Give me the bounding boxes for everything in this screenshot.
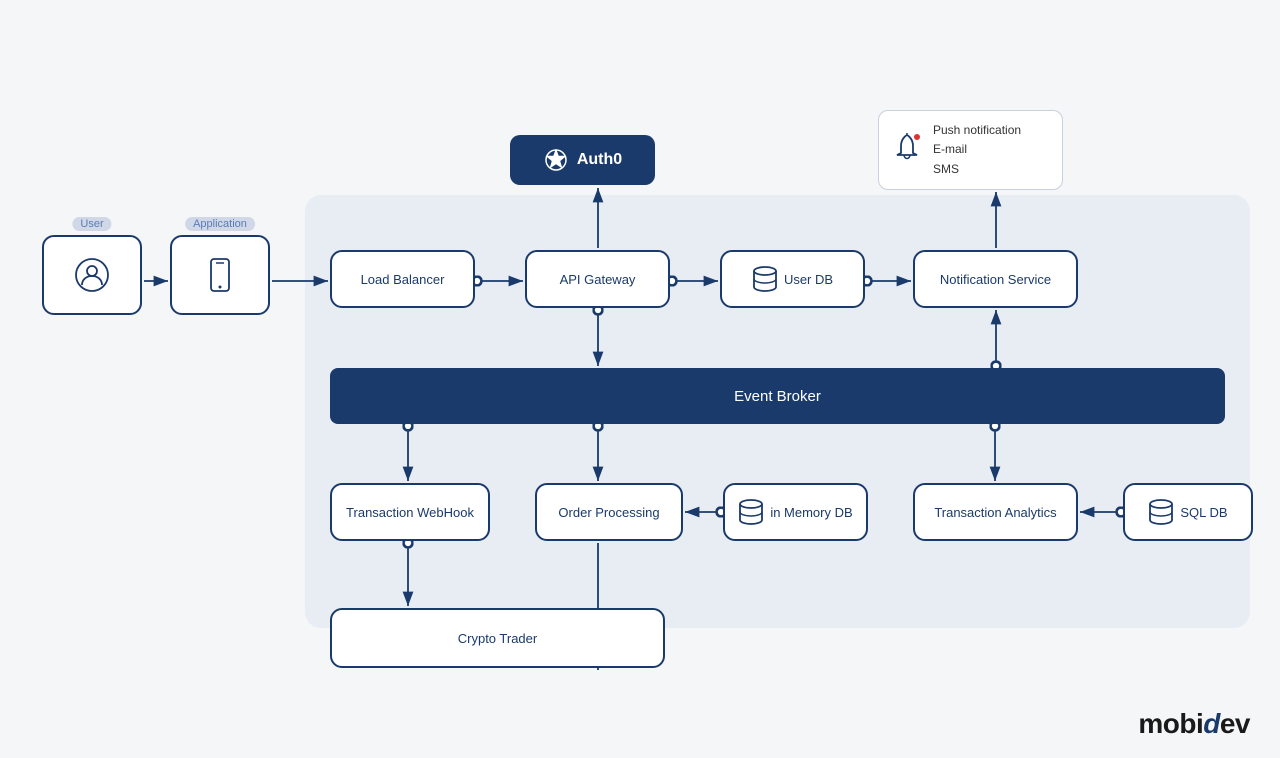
event-broker-node: Event Broker xyxy=(330,368,1225,424)
sms-label: SMS xyxy=(933,160,1021,179)
user-label: User xyxy=(72,217,111,231)
crypto-trader-node: Crypto Trader xyxy=(330,608,665,668)
user-icon xyxy=(74,257,110,293)
event-broker-label: Event Broker xyxy=(734,388,821,405)
auth0-label: Auth0 xyxy=(577,151,622,169)
order-processing-node: Order Processing xyxy=(535,483,683,541)
notification-service-label: Notification Service xyxy=(940,272,1051,287)
user-node: User xyxy=(42,235,142,315)
transaction-webhook-node: Transaction WebHook xyxy=(330,483,490,541)
notification-dot xyxy=(913,133,921,141)
application-node: Application xyxy=(170,235,270,315)
logo-slash: d xyxy=(1203,708,1220,739)
notification-info-text: Push notification E-mail SMS xyxy=(933,121,1021,179)
notification-info-box: Push notification E-mail SMS xyxy=(878,110,1063,190)
auth0-node: Auth0 xyxy=(510,135,655,185)
load-balancer-label: Load Balancer xyxy=(361,272,445,287)
in-memory-db-label: in Memory DB xyxy=(770,505,852,520)
mobidev-logo: mobidev xyxy=(1138,708,1250,740)
api-gateway-label: API Gateway xyxy=(560,272,636,287)
notification-service-node: Notification Service xyxy=(913,250,1078,308)
user-db-node: User DB xyxy=(720,250,865,308)
push-notif-label: Push notification xyxy=(933,121,1021,140)
auth0-icon xyxy=(543,147,569,173)
transaction-analytics-node: Transaction Analytics xyxy=(913,483,1078,541)
crypto-trader-label: Crypto Trader xyxy=(458,631,537,646)
transaction-analytics-label: Transaction Analytics xyxy=(934,505,1056,520)
application-label: Application xyxy=(185,217,255,231)
api-gateway-node: API Gateway xyxy=(525,250,670,308)
order-processing-label: Order Processing xyxy=(558,505,659,520)
user-db-label: User DB xyxy=(784,272,833,287)
sql-db-icon xyxy=(1148,498,1174,526)
application-icon xyxy=(205,257,235,293)
email-label: E-mail xyxy=(933,140,1021,159)
load-balancer-node: Load Balancer xyxy=(330,250,475,308)
memory-db-icon xyxy=(738,498,764,526)
bell-icon-container xyxy=(891,131,923,170)
diagram-area: User Application Auth0 xyxy=(20,40,1260,718)
transaction-webhook-label: Transaction WebHook xyxy=(346,505,474,520)
sql-db-node: SQL DB xyxy=(1123,483,1253,541)
sql-db-label: SQL DB xyxy=(1180,505,1227,520)
in-memory-db-node: in Memory DB xyxy=(723,483,868,541)
user-db-icon xyxy=(752,265,778,293)
